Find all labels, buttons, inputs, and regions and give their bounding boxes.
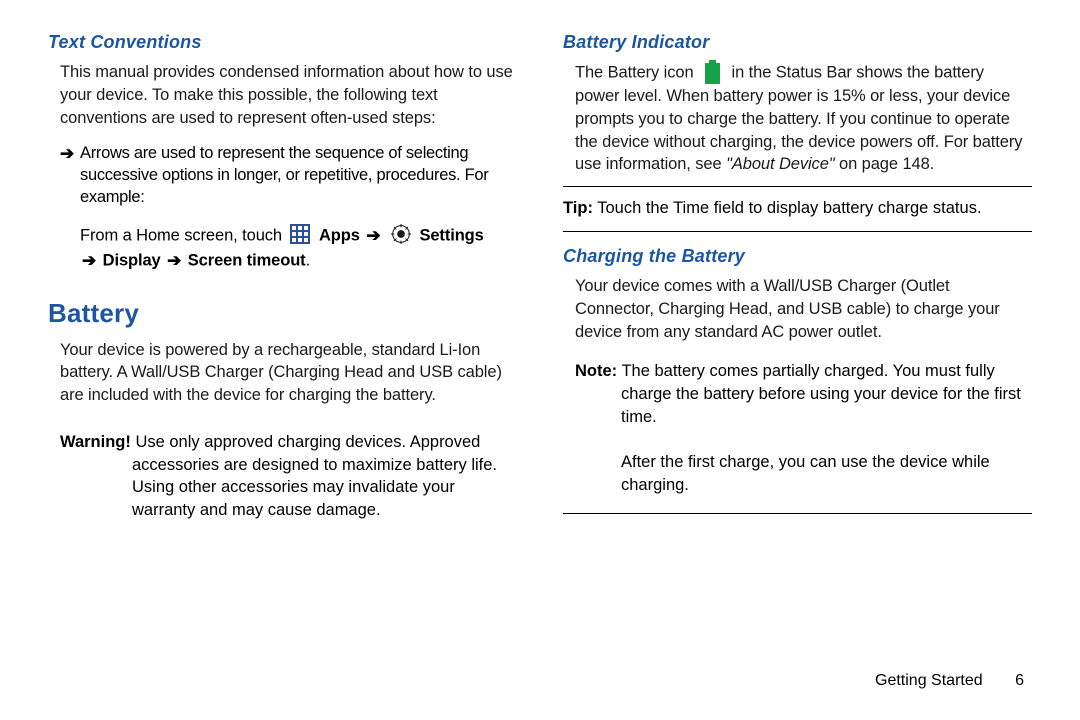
divider — [563, 231, 1032, 232]
label-settings: Settings — [419, 226, 483, 244]
heading-battery: Battery — [48, 298, 517, 329]
battery-indicator-body: The Battery icon in the Status Bar shows… — [575, 61, 1032, 176]
after-first-charge: After the first charge, you can use the … — [621, 451, 1032, 497]
heading-charging: Charging the Battery — [563, 246, 1032, 267]
right-column: Battery Indicator The Battery icon in th… — [563, 30, 1032, 720]
period: . — [306, 251, 310, 269]
tip-label: Tip: — [563, 199, 593, 217]
divider — [563, 513, 1032, 514]
settings-gear-icon — [391, 224, 411, 244]
rule-group-top: Tip: Touch the Time field to display bat… — [563, 186, 1032, 232]
bullet-text: Arrows are used to represent the sequenc… — [80, 143, 517, 208]
footer-page-number: 6 — [1015, 672, 1024, 690]
label-display: Display — [103, 251, 165, 269]
apps-grid-icon — [290, 224, 310, 244]
note-label: Note: — [575, 362, 617, 380]
tip-block: Tip: Touch the Time field to display bat… — [563, 187, 1032, 231]
arrow-icon: ➔ — [364, 226, 382, 245]
heading-battery-indicator: Battery Indicator — [563, 32, 1032, 53]
charging-body: Your device comes with a Wall/USB Charge… — [575, 275, 1032, 343]
note-block: Note: The battery comes partially charge… — [575, 360, 1032, 429]
example-pre: From a Home screen, touch — [80, 226, 286, 244]
footer-section: Getting Started — [875, 672, 983, 689]
left-column: Text Conventions This manual provides co… — [48, 30, 517, 720]
note-first-line: The battery comes partially charged. You… — [617, 362, 995, 380]
tip-body: Touch the Time field to display battery … — [593, 199, 982, 217]
warning-first-line: Use only approved charging devices. Appr… — [131, 433, 480, 451]
bullet-arrow-icon: ➔ — [60, 143, 80, 208]
example-sequence: From a Home screen, touch Apps ➔ Setting… — [80, 223, 517, 274]
note-body: charge the battery before using your dev… — [621, 383, 1032, 429]
bi-pre: The Battery icon — [575, 63, 698, 81]
warning-label: Warning! — [60, 433, 131, 451]
arrow-icon: ➔ — [80, 251, 98, 270]
heading-text-conventions: Text Conventions — [48, 32, 517, 53]
warning-body: accessories are designed to maximize bat… — [132, 454, 517, 522]
bullet-item: ➔ Arrows are used to represent the seque… — [60, 143, 517, 208]
label-apps: Apps — [319, 226, 364, 244]
bi-page-ref: on page 148. — [835, 155, 935, 173]
arrow-icon: ➔ — [165, 251, 183, 270]
battery-icon — [704, 60, 721, 84]
label-screen-timeout: Screen timeout — [188, 251, 306, 269]
page-footer: Getting Started 6 — [875, 672, 1024, 690]
manual-page: Text Conventions This manual provides co… — [0, 0, 1080, 720]
text-conventions-intro: This manual provides condensed informati… — [60, 61, 517, 129]
warning-block: Warning! Use only approved charging devi… — [60, 431, 517, 522]
battery-body: Your device is powered by a rechargeable… — [60, 339, 517, 407]
about-device-ref: "About Device" — [726, 155, 834, 173]
